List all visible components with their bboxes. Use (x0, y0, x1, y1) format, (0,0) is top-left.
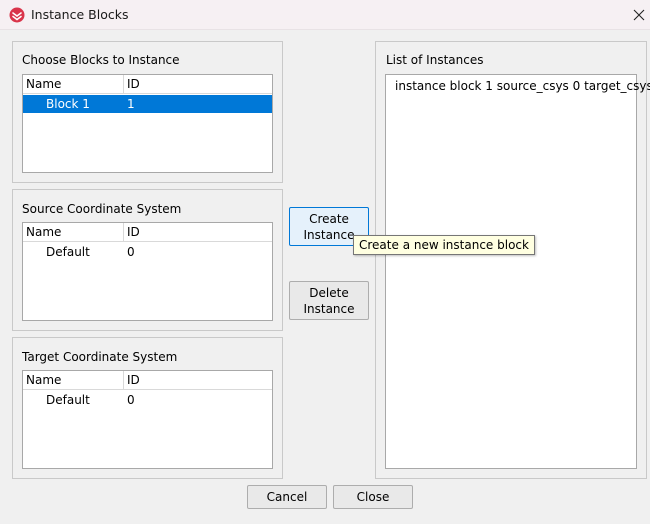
row-name: Block 1 (46, 97, 90, 111)
target-table-header: Name ID (23, 371, 272, 390)
row-id: 0 (127, 393, 135, 407)
app-logo-icon (9, 7, 25, 23)
column-header-name[interactable]: Name (26, 373, 61, 387)
delete-button-label-line1: Delete (309, 286, 349, 300)
target-table[interactable]: Name ID Default 0 (22, 370, 273, 469)
list-item[interactable]: instance block 1 source_csys 0 target_cs… (395, 79, 650, 93)
create-instance-tooltip: Create a new instance block (353, 235, 535, 255)
table-row[interactable]: Block 1 1 (23, 95, 272, 113)
target-group-label: Target Coordinate System (22, 350, 178, 364)
column-header-name[interactable]: Name (26, 225, 61, 239)
title-bar: Instance Blocks (0, 0, 650, 30)
column-divider (123, 223, 124, 241)
instances-list[interactable]: instance block 1 source_csys 0 target_cs… (385, 74, 650, 469)
blocks-group-label: Choose Blocks to Instance (22, 53, 180, 67)
close-icon[interactable] (630, 6, 648, 24)
source-group-label: Source Coordinate System (22, 202, 182, 216)
source-table[interactable]: Name ID Default 0 (22, 222, 273, 321)
column-divider (123, 371, 124, 389)
blocks-table[interactable]: Name ID Block 1 1 (22, 74, 273, 173)
delete-instance-button[interactable]: Delete Instance (289, 281, 369, 320)
blocks-table-header: Name ID (23, 75, 272, 94)
blocks-group: Choose Blocks to Instance Name ID Block … (12, 41, 283, 183)
row-name: Default (46, 393, 90, 407)
column-header-id[interactable]: ID (127, 373, 140, 387)
table-row[interactable]: Default 0 (23, 391, 272, 409)
delete-button-label-line2: Instance (303, 302, 355, 316)
create-button-label-line1: Create (309, 212, 349, 226)
row-id: 0 (127, 245, 135, 259)
window-title: Instance Blocks (31, 7, 129, 22)
column-header-name[interactable]: Name (26, 77, 61, 91)
column-divider (123, 75, 124, 93)
column-header-id[interactable]: ID (127, 77, 140, 91)
close-button[interactable]: Close (333, 485, 413, 509)
instances-group: List of Instances instance block 1 sourc… (375, 41, 650, 479)
instances-group-label: List of Instances (386, 53, 484, 67)
cancel-button[interactable]: Cancel (247, 485, 327, 509)
target-group: Target Coordinate System Name ID Default… (12, 337, 283, 479)
row-id: 1 (127, 97, 135, 111)
row-name: Default (46, 245, 90, 259)
source-group: Source Coordinate System Name ID Default… (12, 189, 283, 331)
source-table-header: Name ID (23, 223, 272, 242)
column-header-id[interactable]: ID (127, 225, 140, 239)
table-row[interactable]: Default 0 (23, 243, 272, 261)
